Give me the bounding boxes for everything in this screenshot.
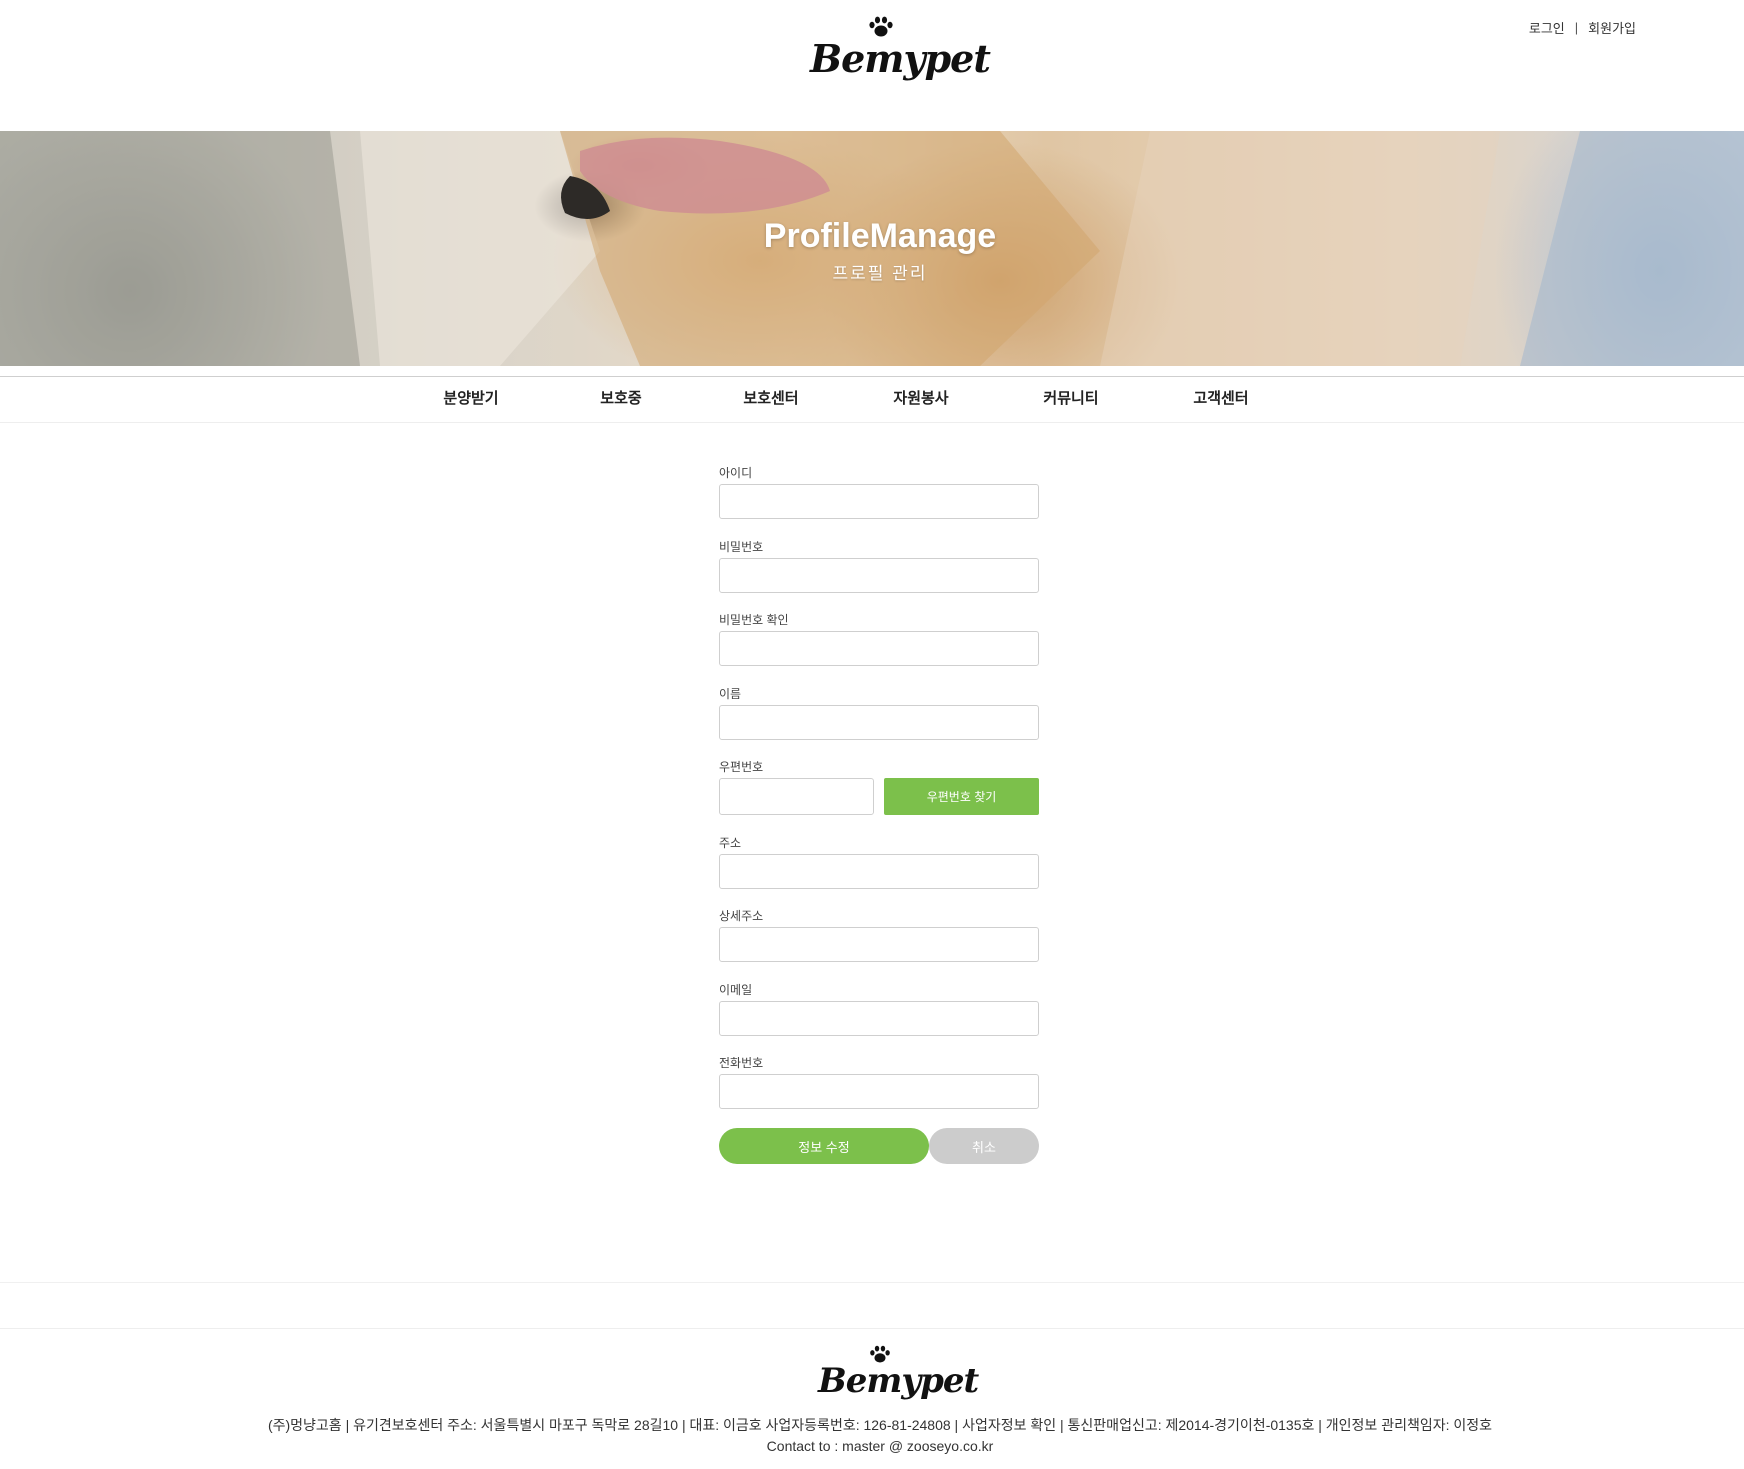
address-field[interactable] xyxy=(719,854,1039,889)
nav-item-volunteer[interactable]: 자원봉사 xyxy=(861,387,981,408)
update-info-button[interactable]: 정보 수정 xyxy=(719,1128,929,1164)
zip-field[interactable] xyxy=(719,778,874,815)
main-nav: 분양받기 보호중 보호센터 자원봉사 커뮤니티 고객센터 xyxy=(0,376,1744,423)
email-field[interactable] xyxy=(719,1001,1039,1036)
page-title: ProfileManage xyxy=(763,217,997,255)
find-zip-button[interactable]: 우편번호 찾기 xyxy=(884,778,1039,815)
footer-divider-top xyxy=(0,1282,1744,1283)
footer-contact: Contact to : master @ zooseyo.co.kr xyxy=(766,1438,994,1454)
nav-item-community[interactable]: 커뮤니티 xyxy=(1011,387,1131,408)
nav-item-shelter[interactable]: 보호센터 xyxy=(711,387,831,408)
link-separator: | xyxy=(1574,20,1579,35)
cancel-button[interactable]: 취소 xyxy=(929,1128,1039,1164)
hero-banner: ProfileManage 프로필 관리 xyxy=(0,131,1744,366)
address-detail-field[interactable] xyxy=(719,927,1039,962)
name-field[interactable] xyxy=(719,705,1039,740)
login-link[interactable]: 로그인 xyxy=(1529,18,1565,37)
address-label: 주소 xyxy=(719,836,742,850)
password-confirm-label: 비밀번호 확인 xyxy=(719,613,789,627)
logo[interactable]: Bemypet xyxy=(810,14,991,94)
header: Bemypet 로그인 | 회원가입 xyxy=(0,0,1744,131)
signup-link[interactable]: 회원가입 xyxy=(1588,18,1636,37)
phone-label: 전화번호 xyxy=(719,1056,764,1070)
nav-item-adopt[interactable]: 분양받기 xyxy=(411,387,531,408)
top-links: 로그인 | 회원가입 xyxy=(1529,18,1636,37)
page-subtitle: 프로필 관리 xyxy=(832,264,928,283)
id-label: 아이디 xyxy=(719,466,753,480)
address-detail-label: 상세주소 xyxy=(719,909,764,923)
nav-item-protecting[interactable]: 보호중 xyxy=(561,387,681,408)
name-label: 이름 xyxy=(719,687,742,701)
footer-divider xyxy=(0,1328,1744,1329)
footer-company-info: (주)멍냥고홈 | 유기견보호센터 주소: 서울특별시 마포구 독막로 28길1… xyxy=(267,1417,1493,1433)
password-confirm-field[interactable] xyxy=(719,631,1039,666)
id-field[interactable] xyxy=(719,484,1039,519)
email-label: 이메일 xyxy=(719,983,753,997)
zip-label: 우편번호 xyxy=(719,760,764,774)
footer-logo[interactable]: Bemypet xyxy=(818,1343,979,1407)
password-field[interactable] xyxy=(719,558,1039,593)
footer-logo-text: Bemypet xyxy=(818,1361,979,1401)
password-label: 비밀번호 xyxy=(719,540,764,554)
phone-field[interactable] xyxy=(719,1074,1039,1109)
logo-text: Bemypet xyxy=(810,36,991,81)
paw-icon xyxy=(869,16,893,37)
nav-item-support[interactable]: 고객센터 xyxy=(1161,387,1281,408)
